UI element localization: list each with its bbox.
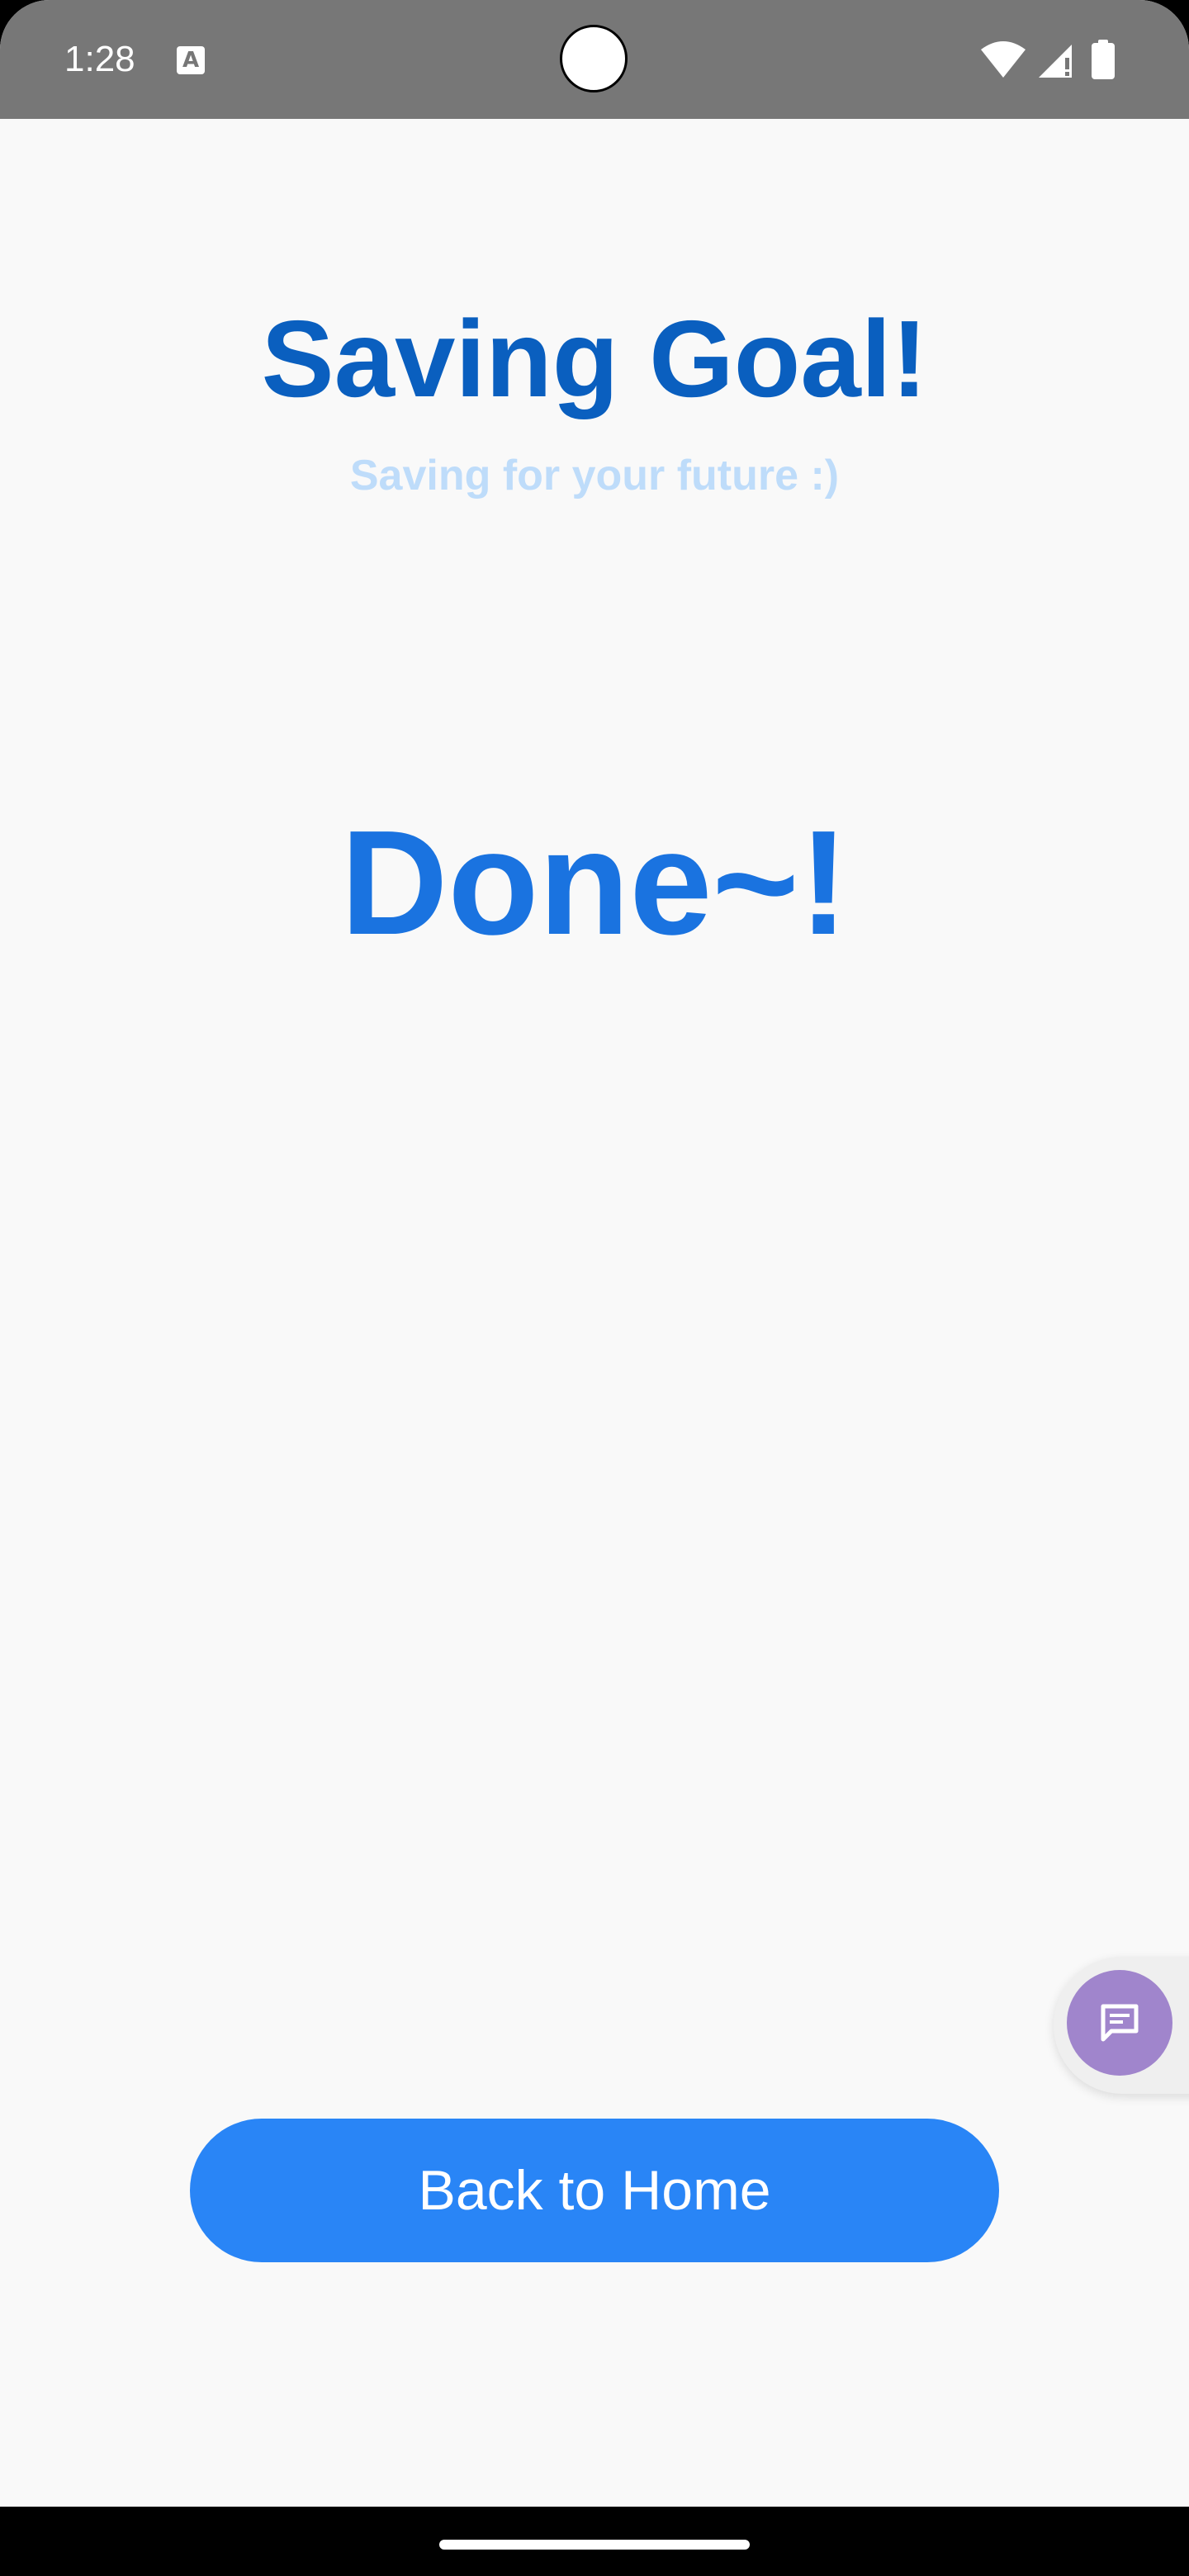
signal-icon — [1039, 45, 1072, 78]
camera-cutout — [560, 25, 628, 92]
page-title: Saving Goal! — [261, 298, 928, 419]
done-message: Done~! — [340, 800, 849, 966]
wifi-icon — [981, 41, 1026, 78]
chat-bubble-icon — [1101, 2004, 1139, 2042]
battery-icon — [1092, 40, 1115, 79]
status-icons — [981, 38, 1115, 81]
status-time: 1:28 — [64, 39, 135, 79]
home-indicator[interactable] — [439, 2540, 750, 2550]
app-screen: 1:28 A Saving Goal! Saving for your futu… — [0, 0, 1189, 2576]
navigation-bar — [0, 2507, 1189, 2576]
page-subtitle: Saving for your future :) — [349, 452, 840, 500]
status-bar: 1:28 A — [0, 0, 1189, 119]
keyboard-notification-icon: A — [177, 46, 205, 74]
back-to-home-button[interactable]: Back to Home — [190, 2119, 999, 2262]
chat-fab-button[interactable] — [1067, 1970, 1172, 2076]
